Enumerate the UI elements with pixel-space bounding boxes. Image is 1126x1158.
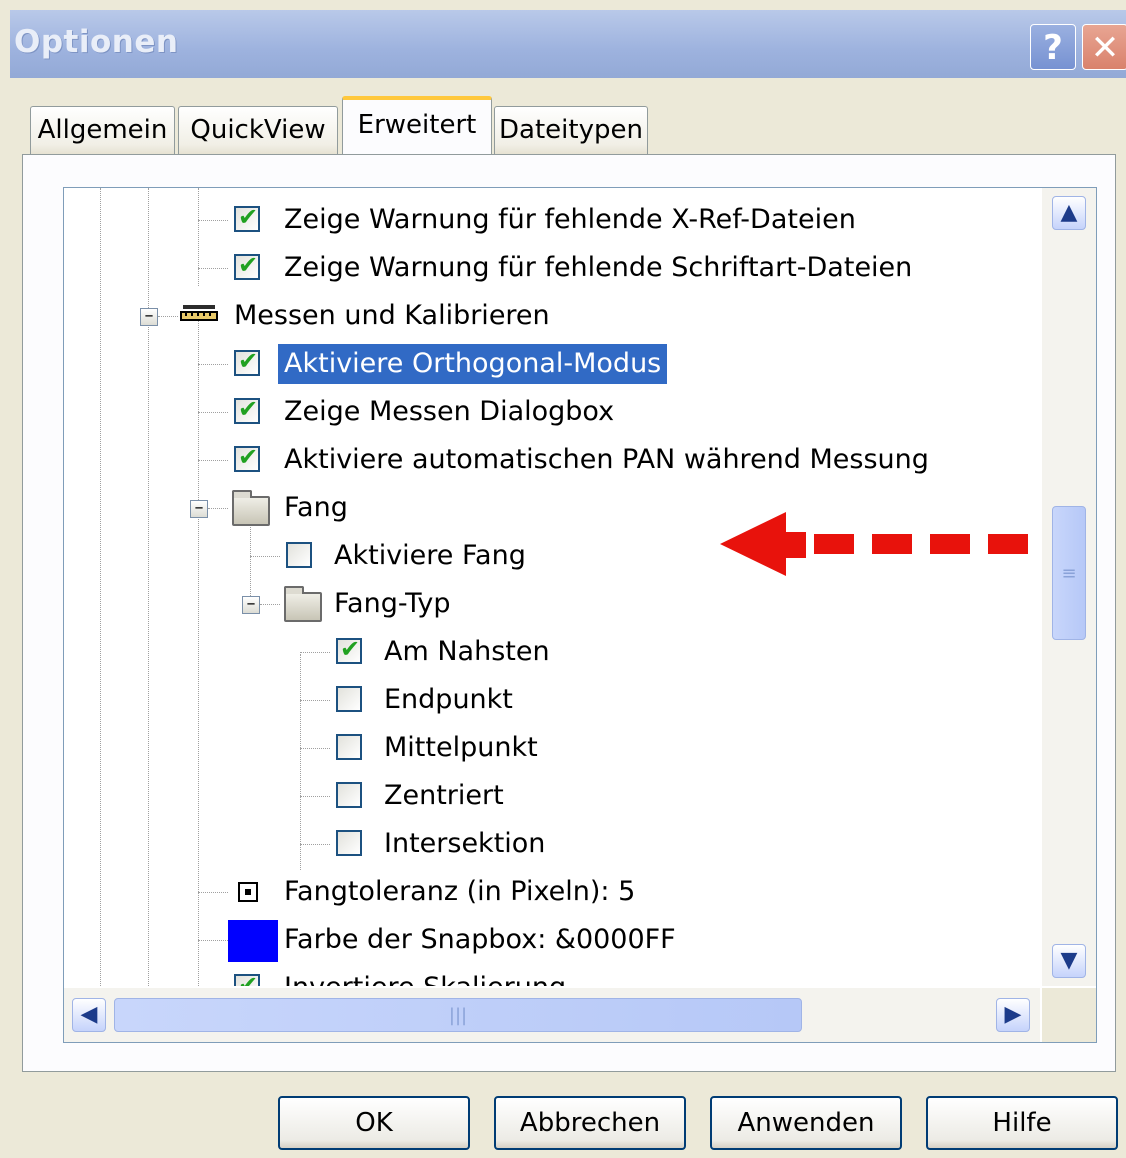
checkbox[interactable] bbox=[336, 734, 362, 760]
cancel-button[interactable]: Abbrechen bbox=[494, 1096, 686, 1150]
folder-icon bbox=[232, 490, 270, 526]
tree-item-label: Fang-Typ bbox=[334, 588, 451, 619]
tree-item-label: Mittelpunkt bbox=[384, 732, 538, 763]
chevron-up-icon: ▲ bbox=[1060, 200, 1078, 225]
tree-item-label: Aktiviere Orthogonal-Modus bbox=[278, 344, 668, 384]
checkbox[interactable]: ✔ bbox=[234, 395, 260, 424]
close-button[interactable]: ✕ bbox=[1082, 24, 1126, 70]
checkbox[interactable] bbox=[336, 686, 362, 712]
tree-item-label: Farbe der Snapbox: &0000FF bbox=[284, 924, 676, 955]
tree-line bbox=[198, 268, 228, 269]
tree-item-label: Am Nahsten bbox=[384, 636, 550, 667]
ruler-icon bbox=[180, 305, 218, 321]
tree-line bbox=[100, 188, 101, 986]
tree-line bbox=[300, 844, 330, 845]
collapse-toggle[interactable]: – bbox=[190, 499, 208, 518]
chevron-down-icon: ▼ bbox=[1060, 948, 1078, 973]
tree-line bbox=[198, 412, 228, 413]
tab-allgemein[interactable]: Allgemein bbox=[30, 106, 175, 154]
tree-item-label: Invertiere Skalierung bbox=[278, 968, 572, 986]
checkbox[interactable]: ✔ bbox=[234, 443, 260, 472]
chevron-left-icon: ◀ bbox=[80, 1002, 98, 1027]
tree-item-label: Zeige Warnung für fehlende Schriftart-Da… bbox=[284, 252, 913, 283]
tree-line bbox=[198, 892, 228, 893]
tree-line bbox=[300, 748, 330, 749]
checkmark-icon: ✔ bbox=[238, 971, 259, 986]
scroll-down-button[interactable]: ▼ bbox=[1052, 944, 1086, 978]
tree-item-label: Zeige Warnung für fehlende X-Ref-Dateien bbox=[284, 204, 856, 235]
checkbox[interactable]: ✔ bbox=[234, 347, 260, 376]
scroll-corner bbox=[1042, 988, 1096, 1042]
tab-dateitypen[interactable]: Dateitypen bbox=[494, 106, 648, 154]
checkbox[interactable]: ✔ bbox=[234, 203, 260, 232]
scroll-left-button[interactable]: ◀ bbox=[72, 998, 106, 1032]
horizontal-scrollbar[interactable]: ◀ ||| ▶ bbox=[64, 988, 1040, 1042]
tree-item-label: Messen und Kalibrieren bbox=[234, 300, 550, 331]
checkbox[interactable]: ✔ bbox=[336, 635, 362, 664]
tree-viewport: ✔ Zeige Warnung für fehlende X-Ref-Datei… bbox=[64, 188, 1040, 986]
scroll-right-button[interactable]: ▶ bbox=[996, 998, 1030, 1032]
tab-strip: Allgemein QuickView Erweitert Dateitypen bbox=[0, 96, 1126, 156]
help-title-button[interactable]: ? bbox=[1030, 24, 1076, 70]
checkbox[interactable] bbox=[286, 542, 312, 568]
apply-button[interactable]: Anwenden bbox=[710, 1096, 902, 1150]
checkbox[interactable]: ✔ bbox=[234, 251, 260, 280]
tree-line bbox=[198, 364, 228, 365]
close-icon: ✕ bbox=[1090, 28, 1120, 68]
tree-line bbox=[158, 316, 178, 317]
checkmark-icon: ✔ bbox=[340, 635, 361, 663]
tab-panel: ✔ Zeige Warnung für fehlende X-Ref-Datei… bbox=[22, 154, 1116, 1072]
tree-item-label: Endpunkt bbox=[384, 684, 513, 715]
options-tree: ✔ Zeige Warnung für fehlende X-Ref-Datei… bbox=[63, 187, 1097, 1043]
collapse-toggle[interactable]: – bbox=[242, 595, 260, 614]
checkbox[interactable]: ✔ bbox=[234, 971, 260, 986]
checkmark-icon: ✔ bbox=[238, 251, 259, 279]
checkmark-icon: ✔ bbox=[238, 203, 259, 231]
tree-line bbox=[300, 796, 330, 797]
folder-icon bbox=[284, 586, 322, 622]
tree-line bbox=[198, 188, 199, 286]
tab-erweitert[interactable]: Erweitert bbox=[342, 96, 492, 154]
snap-point-icon bbox=[238, 882, 258, 902]
tree-line bbox=[300, 652, 330, 653]
tree-line bbox=[300, 654, 301, 870]
vertical-scrollbar[interactable]: ▲ ≡ ▼ bbox=[1042, 188, 1096, 986]
tree-line bbox=[208, 508, 228, 509]
window-title: Optionen bbox=[14, 24, 179, 60]
checkmark-icon: ✔ bbox=[238, 443, 259, 471]
tree-line bbox=[198, 940, 228, 941]
tree-line bbox=[198, 318, 199, 986]
tree-line bbox=[260, 604, 280, 605]
scroll-up-button[interactable]: ▲ bbox=[1052, 196, 1086, 230]
red-arrow-annotation bbox=[720, 512, 1028, 576]
checkbox[interactable] bbox=[336, 830, 362, 856]
tab-quickview[interactable]: QuickView bbox=[178, 106, 338, 154]
tree-item-label: Aktiviere Fang bbox=[334, 540, 526, 571]
color-swatch bbox=[228, 920, 278, 962]
collapse-toggle[interactable]: – bbox=[140, 307, 158, 326]
tree-item-label: Fangtoleranz (in Pixeln): 5 bbox=[284, 876, 636, 907]
title-bar[interactable]: Optionen ? ✕ bbox=[10, 10, 1126, 78]
ok-button[interactable]: OK bbox=[278, 1096, 470, 1150]
tree-item-label: Aktiviere automatischen PAN während Mess… bbox=[284, 444, 929, 475]
tree-item-label: Fang bbox=[284, 492, 348, 523]
help-button[interactable]: Hilfe bbox=[926, 1096, 1118, 1150]
chevron-right-icon: ▶ bbox=[1004, 1002, 1022, 1027]
tree-item-label: Zeige Messen Dialogbox bbox=[284, 396, 615, 427]
tree-line bbox=[198, 460, 228, 461]
checkmark-icon: ✔ bbox=[238, 395, 259, 423]
checkbox[interactable] bbox=[336, 782, 362, 808]
question-icon: ? bbox=[1043, 28, 1063, 68]
checkmark-icon: ✔ bbox=[238, 347, 259, 375]
vertical-scroll-thumb[interactable]: ≡ bbox=[1052, 506, 1086, 640]
options-dialog: Optionen ? ✕ Allgemein QuickView Erweite… bbox=[0, 0, 1126, 1158]
tree-item-label: Intersektion bbox=[384, 828, 546, 859]
tree-line bbox=[198, 220, 228, 221]
tree-line bbox=[300, 700, 330, 701]
tree-item-label: Zentriert bbox=[384, 780, 504, 811]
tree-line bbox=[250, 556, 280, 557]
horizontal-scroll-thumb[interactable]: ||| bbox=[114, 998, 802, 1032]
